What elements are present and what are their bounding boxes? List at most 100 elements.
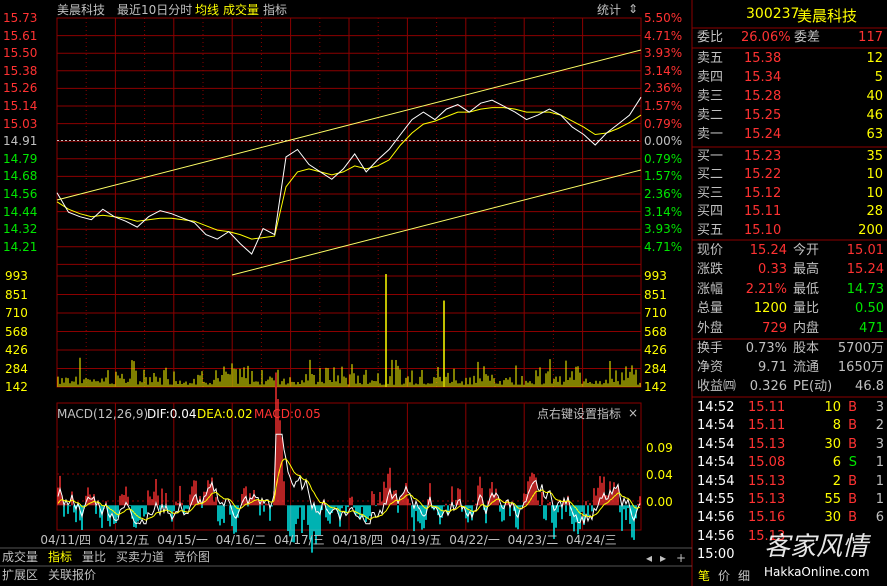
volume: 12 — [866, 51, 883, 66]
label: 买二 — [697, 167, 724, 183]
volume: 200 — [858, 222, 883, 238]
label: 卖四 — [697, 70, 724, 85]
tick-side: S — [848, 455, 857, 471]
bottom-tab-3[interactable]: 买卖力道 — [116, 550, 164, 564]
pct-axis-label: 3.93% — [644, 222, 683, 237]
tick-count: 6 — [875, 510, 884, 526]
macd-settings-hint[interactable]: 点右键设置指标 — [537, 407, 621, 421]
label: 买四 — [697, 204, 724, 220]
indicator-toggle[interactable]: 指标 — [263, 3, 287, 17]
stat-value: 0.50 — [855, 301, 884, 317]
price: 15.28 — [744, 89, 782, 104]
buy-level-row: 买二 15.22 10 — [696, 166, 887, 184]
volume: 63 — [866, 127, 883, 142]
date-axis-label: 04/11/四 — [40, 533, 92, 547]
stat-value: 1650万 — [837, 360, 884, 375]
volume-axis-label: 710 — [5, 306, 28, 320]
right-tab-0[interactable]: 笔 — [698, 569, 710, 583]
price-axis-label: 14.21 — [3, 239, 38, 254]
tick-count: 1 — [875, 455, 884, 471]
order-ratio-row: 委比 26.06% 委差 117 — [696, 29, 887, 47]
tick-volume: 2 — [832, 473, 841, 489]
volume-toggle[interactable]: 成交量 — [223, 3, 259, 17]
date-axis-label: 04/18/四 — [332, 533, 384, 547]
tick-volume: 8 — [832, 418, 841, 434]
macd-value: MACD:0.05 — [254, 407, 321, 421]
sell-level-row: 卖五 15.38 12 — [696, 50, 887, 68]
tick-time: 14:52 — [697, 400, 735, 415]
tick-count: 3 — [875, 436, 884, 452]
label: 卖二 — [697, 108, 724, 123]
tick-row: 14:55 15.13 55 B 1 — [696, 491, 887, 509]
quote-stat-row: 现价 15.24 今开 15.01 — [696, 242, 887, 260]
right-tab-2[interactable]: 细 — [738, 569, 750, 583]
label: 买一 — [697, 149, 724, 164]
bottom-tab-4[interactable]: 竞价图 — [174, 550, 210, 564]
header-period: 最近10日分时 — [117, 3, 193, 17]
watermark-url: HakkaOnline.com — [764, 565, 870, 579]
pct-axis-label: 3.14% — [644, 63, 683, 78]
stat-value: 46.8 — [855, 379, 884, 394]
pct-axis-label: 3.93% — [644, 46, 683, 61]
macd-axis-label: 0.09 — [646, 441, 673, 455]
stat-label: 现价 — [697, 243, 724, 258]
buy-level-row: 买四 15.11 28 — [696, 203, 887, 221]
quote-code: 300237 — [746, 6, 800, 22]
quote-stat2-row: 净资 9.71 流通 1650万 — [696, 359, 887, 377]
stat-value: 5700万 — [837, 341, 884, 356]
plus-icon[interactable]: + — [676, 551, 686, 565]
watermark-logo: 客家风情 — [764, 532, 869, 562]
date-axis-label: 04/24/三 — [566, 533, 617, 547]
stat-label: 股本 — [793, 341, 820, 356]
volume: 46 — [866, 108, 883, 123]
stats-button[interactable]: 统计 — [597, 3, 621, 17]
stat-label: 涨幅 — [697, 281, 724, 297]
tick-side: B — [848, 400, 857, 415]
chevron-up-down-icon[interactable]: ⇕ — [628, 2, 638, 16]
tick-row: 14:54 15.13 2 B 1 — [696, 473, 887, 491]
volume-axis-label: 993 — [5, 269, 28, 283]
bottom-tab2-0[interactable]: 扩展区 — [2, 568, 38, 582]
bottom-tab-1[interactable]: 指标 — [48, 550, 72, 564]
stat-value: 0.326 — [749, 379, 787, 394]
pct-axis-label: 2.36% — [644, 81, 683, 96]
avg-line-toggle[interactable]: 均线 — [195, 3, 219, 17]
label: 卖三 — [697, 89, 724, 104]
right-tab-1[interactable]: 价 — [718, 569, 730, 583]
volume-axis-label: 851 — [5, 287, 28, 302]
volume-axis-label-right: 710 — [644, 306, 667, 320]
tick-side: B — [848, 418, 857, 434]
stat-label: 换手 — [697, 341, 724, 356]
bottom-tab-0[interactable]: 成交量 — [2, 550, 38, 564]
macd-dea: DEA:0.02 — [197, 407, 253, 421]
pct-axis-label: 1.57% — [644, 99, 683, 113]
stat-label: 量比 — [793, 301, 820, 317]
pct-axis-label: 0.79% — [644, 116, 683, 131]
stat-value: 729 — [762, 320, 787, 336]
sell-level-row: 卖三 15.28 40 — [696, 88, 887, 106]
order-ratio-label: 委比 — [697, 30, 724, 45]
stat-label: 外盘 — [697, 320, 724, 336]
price-axis-label: 14.44 — [3, 204, 38, 219]
channel-lower-line — [231, 169, 642, 276]
buy-level-row: 买一 15.23 35 — [696, 148, 887, 166]
macd-close-icon[interactable]: × — [628, 406, 638, 420]
pct-axis-label: 2.36% — [644, 187, 683, 201]
volume: 40 — [866, 89, 883, 104]
macd-axis-label: 0.04 — [646, 468, 673, 482]
chevron-right-icon[interactable]: ▸ — [660, 551, 666, 565]
pct-axis-label: 3.14% — [644, 204, 683, 219]
price: 15.34 — [744, 70, 782, 85]
tick-time: 14:56 — [697, 528, 735, 544]
chevron-left-icon[interactable]: ◂ — [646, 551, 652, 565]
bottom-tab2-1[interactable]: 关联报价 — [48, 568, 96, 582]
price: 15.11 — [744, 204, 782, 220]
tick-row: 14:54 15.08 6 S 1 — [696, 454, 887, 472]
price-axis-label: 14.32 — [3, 222, 38, 237]
date-axis-label: 04/19/五 — [390, 533, 442, 547]
tick-price: 15.13 — [748, 436, 786, 452]
quote-stat-row: 涨跌 0.33 最高 15.24 — [696, 261, 887, 279]
price-axis-label: 14.56 — [3, 187, 38, 201]
tick-price: 15.11 — [748, 400, 786, 415]
bottom-tab-2[interactable]: 量比 — [82, 550, 106, 564]
